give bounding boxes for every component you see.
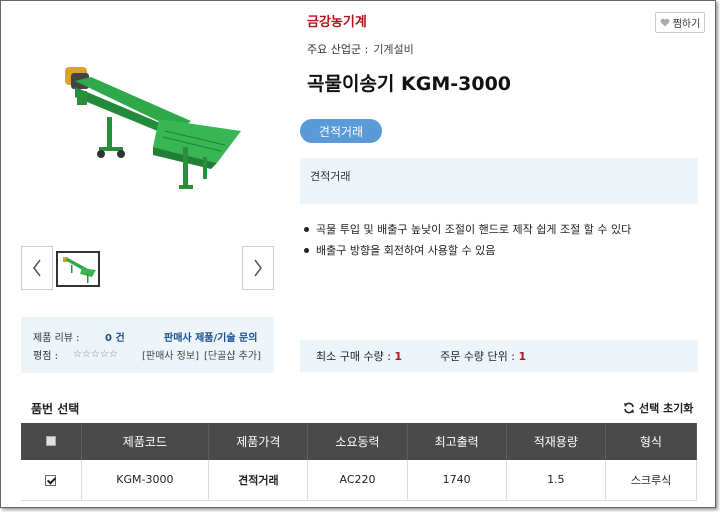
column-header: 적재용량 [506,423,606,460]
wishlist-label: 찜하기 [672,19,701,30]
industry-value: 기계설비 [373,43,414,56]
feature-item: 배출구 방향을 회전하여 사용할 수 있음 [304,242,631,258]
company-name[interactable]: 금강농기계 [307,11,367,30]
rating-label: 평점 : [33,351,58,362]
rating-stars: ☆☆☆☆☆ [73,349,118,360]
table-cell: 1740 [407,460,507,501]
table-cell: KGM-3000 [81,460,210,501]
table-cell: 1.5 [506,460,606,501]
thumbnail-next-button[interactable] [242,246,274,290]
bullet-icon [304,247,309,253]
thumbnail-prev-button[interactable] [21,246,53,290]
quote-trade-badge: 견적거래 [300,119,382,143]
industry-info: 주요 산업군 : 기계설비 [307,41,414,57]
table-header-row: 제품코드 제품가격 소요동력 최고출력 적재용량 형식 [21,423,698,460]
refresh-icon [624,402,634,414]
min-order-label: 최소 구매 수량 : [316,350,391,363]
table-row[interactable]: KGM-3000 견적거래 AC220 1740 1.5 스크루식 [21,460,698,501]
product-main-image [41,51,251,201]
review-count-row: 제품 리뷰 : 0 건 [33,329,125,344]
seller-info-link[interactable]: [판매사 정보] [142,347,199,362]
row-checkbox[interactable] [45,474,57,486]
review-summary-box: 제품 리뷰 : 0 건 판매사 제품/기술 문의 평점 : ☆☆☆☆☆ [판매사… [21,317,274,373]
chevron-left-icon [33,259,41,277]
seller-inquiry-link[interactable]: 판매사 제품/기술 문의 [164,329,257,344]
reset-selection-button[interactable]: 선택 초기화 [623,400,693,416]
order-unit-value: 1 [518,349,527,363]
chevron-right-icon [254,259,262,277]
reset-selection-label: 선택 초기화 [639,402,694,415]
price-box: 견적거래 [300,158,698,204]
table-cell: AC220 [307,460,408,501]
feature-list: 곡물 투입 및 배출구 높낮이 조절이 핸드로 제작 쉽게 조절 할 수 있다 … [304,221,631,263]
review-label: 제품 리뷰 : [33,333,80,344]
thumbnail-image[interactable] [56,251,100,287]
column-header: 제품가격 [208,423,309,460]
select-all-checkbox-cell[interactable] [21,423,82,460]
product-detail-page: 제품 리뷰 : 0 건 판매사 제품/기술 문의 평점 : ☆☆☆☆☆ [판매사… [0,0,716,508]
part-select-title: 품번 선택 [31,402,80,416]
industry-label: 주요 산업군 : [307,43,369,56]
price-text: 견적거래 [310,170,351,183]
bullet-icon [304,226,309,232]
select-all-checkbox[interactable] [45,435,56,446]
min-order-value: 1 [394,349,403,363]
table-cell: 스크루식 [605,460,698,501]
part-table: 제품코드 제품가격 소요동력 최고출력 적재용량 형식 KGM-3000 견적거… [21,423,698,501]
order-quantity-box: 최소 구매 수량 : 1 주문 수량 단위 : 1 [300,340,698,372]
product-title: 곡물이송기 KGM-3000 [307,73,512,95]
column-header: 형식 [605,423,698,460]
review-count: 0 건 [105,333,125,344]
add-favorite-shop-link[interactable]: [단골샵 추가] [204,347,261,362]
feature-item: 곡물 투입 및 배출구 높낮이 조절이 핸드로 제작 쉽게 조절 할 수 있다 [304,221,631,237]
heart-icon [660,18,670,27]
wishlist-button[interactable]: 찜하기 [655,12,705,33]
column-header: 소요동력 [307,423,408,460]
column-header: 제품코드 [81,423,210,460]
order-unit-label: 주문 수량 단위 : [440,350,515,363]
column-header: 최고출력 [407,423,507,460]
row-checkbox-cell[interactable] [21,460,82,501]
rating-row: 평점 : ☆☆☆☆☆ [33,347,118,362]
table-cell: 견적거래 [208,460,309,501]
